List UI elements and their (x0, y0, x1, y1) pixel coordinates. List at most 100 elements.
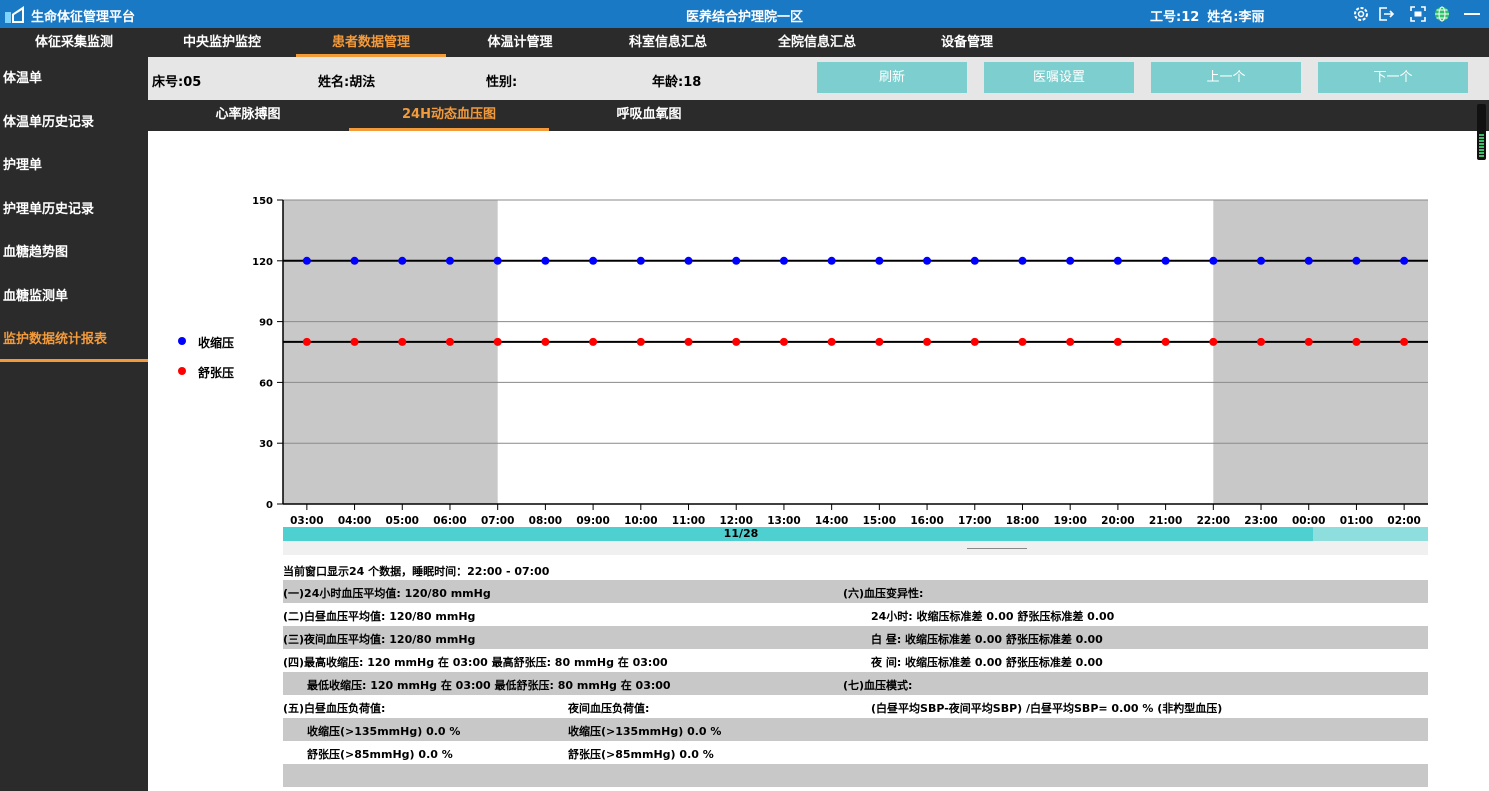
y-tick-label: 0 (266, 500, 273, 511)
systolic-point (684, 256, 693, 265)
systolic-point (1161, 256, 1170, 265)
x-tick-label: 21:00 (1149, 515, 1182, 527)
x-tick-label: 02:00 (1387, 515, 1420, 527)
stats-cell: (二)白昼血压平均值: 120/80 mmHg (283, 610, 476, 623)
x-tick-label: 07:00 (481, 515, 514, 527)
diastolic-point (1304, 337, 1313, 346)
y-tick-label: 120 (252, 257, 273, 268)
systolic-point (589, 256, 598, 265)
systolic-point (923, 256, 932, 265)
systolic-point (350, 256, 359, 265)
systolic-point (1257, 256, 1266, 265)
x-tick-label: 17:00 (958, 515, 991, 527)
diastolic-point (302, 337, 311, 346)
stats-cell: (四)最高收缩压: 120 mmHg 在 03:00 最高舒张压: 80 mmH… (283, 656, 668, 669)
x-tick-label: 19:00 (1053, 515, 1086, 527)
diastolic-point (1400, 337, 1409, 346)
x-tick-label: 13:00 (767, 515, 800, 527)
date-range-label: 11/28 (723, 527, 759, 540)
diastolic-point (1352, 337, 1361, 346)
stats-cell: (一)24小时血压平均值: 120/80 mmHg (283, 587, 491, 600)
date-range-bar[interactable]: 11/28 (283, 527, 1428, 541)
x-tick-label: 11:00 (672, 515, 705, 527)
y-tick-label: 90 (259, 318, 273, 329)
date-range-next-segment[interactable] (1313, 527, 1428, 541)
x-tick-label: 00:00 (1292, 515, 1325, 527)
stats-cell: (五)白昼血压负荷值: (283, 702, 386, 715)
stats-row: (二)白昼血压平均值: 120/80 mmHg 24小时: 收缩压标准差 0.00… (283, 603, 1428, 626)
stats-row: (三)夜间血压平均值: 120/80 mmHg 白 昼: 收缩压标准差 0.00 … (283, 626, 1428, 649)
horizontal-scrollbar-thumb[interactable] (967, 548, 1027, 549)
stats-row: (四)最高收缩压: 120 mmHg 在 03:00 最高舒张压: 80 mmH… (283, 649, 1428, 672)
diastolic-point (1209, 337, 1218, 346)
systolic-point (636, 256, 645, 265)
stats-cell: 舒张压(>85mmHg) 0.0 % (568, 748, 714, 761)
systolic-point (1400, 256, 1409, 265)
diastolic-point (398, 337, 407, 346)
x-tick-label: 06:00 (433, 515, 466, 527)
systolic-point (541, 256, 550, 265)
stats-cell: 白 昼: 收缩压标准差 0.00 舒张压标准差 0.00 (871, 633, 1103, 646)
x-tick-label: 03:00 (290, 515, 323, 527)
horizontal-scrollbar[interactable] (283, 541, 1428, 555)
stats-cell: (白昼平均SBP-夜间平均SBP) /白昼平均SBP= 0.00 % (非杓型血… (871, 702, 1223, 715)
systolic-point (398, 256, 407, 265)
systolic-point (1352, 256, 1361, 265)
stats-cell: 夜 间: 收缩压标准差 0.00 舒张压标准差 0.00 (871, 656, 1103, 669)
systolic-point (1304, 256, 1313, 265)
stats-cell: (七)血压模式: (843, 679, 913, 692)
diastolic-point (636, 337, 645, 346)
diastolic-point (1018, 337, 1027, 346)
systolic-point (827, 256, 836, 265)
diastolic-point (541, 337, 550, 346)
x-tick-label: 23:00 (1244, 515, 1277, 527)
diastolic-point (1113, 337, 1122, 346)
stats-cell: 夜间血压负荷值: (568, 702, 650, 715)
diastolic-point (1066, 337, 1075, 346)
diastolic-point (827, 337, 836, 346)
sleep-period-shade (1213, 200, 1428, 504)
stats-caption: 当前窗口显示24 个数据，睡眠时间：22:00 - 07:00 (283, 565, 550, 578)
diastolic-point (875, 337, 884, 346)
systolic-point (1018, 256, 1027, 265)
diastolic-point (779, 337, 788, 346)
stats-row: (五)白昼血压负荷值: 夜间血压负荷值: (白昼平均SBP-夜间平均SBP) /白昼… (283, 695, 1428, 718)
diastolic-point (493, 337, 502, 346)
x-tick-label: 18:00 (1006, 515, 1039, 527)
x-tick-label: 16:00 (910, 515, 943, 527)
x-tick-label: 09:00 (576, 515, 609, 527)
stats-row: (一)24小时血压平均值: 120/80 mmHg (六)血压变异性: (283, 580, 1428, 603)
stats-cell: 最低收缩压: 120 mmHg 在 03:00 最低舒张压: 80 mmHg 在… (307, 679, 671, 692)
x-tick-label: 12:00 (720, 515, 753, 527)
stats-row (283, 764, 1428, 787)
systolic-point (1066, 256, 1075, 265)
stats-row: 舒张压(>85mmHg) 0.0 % 舒张压(>85mmHg) 0.0 % (283, 741, 1428, 764)
sleep-period-shade (283, 200, 498, 504)
x-tick-label: 15:00 (863, 515, 896, 527)
stats-cell: (三)夜间血压平均值: 120/80 mmHg (283, 633, 476, 646)
diastolic-point (684, 337, 693, 346)
diastolic-point (732, 337, 741, 346)
x-tick-label: 14:00 (815, 515, 848, 527)
x-tick-label: 08:00 (529, 515, 562, 527)
diastolic-point (350, 337, 359, 346)
diastolic-point (923, 337, 932, 346)
y-tick-label: 150 (252, 196, 273, 207)
systolic-point (1113, 256, 1122, 265)
systolic-point (970, 256, 979, 265)
stats-cell: 收缩压(>135mmHg) 0.0 % (568, 725, 722, 738)
stats-cell: (六)血压变异性: (843, 587, 924, 600)
diastolic-point (589, 337, 598, 346)
systolic-point (732, 256, 741, 265)
x-tick-label: 05:00 (386, 515, 419, 527)
stats-row: 收缩压(>135mmHg) 0.0 % 收缩压(>135mmHg) 0.0 % (283, 718, 1428, 741)
stats-row: 最低收缩压: 120 mmHg 在 03:00 最低舒张压: 80 mmHg 在… (283, 672, 1428, 695)
systolic-point (493, 256, 502, 265)
systolic-point (875, 256, 884, 265)
diastolic-point (1161, 337, 1170, 346)
x-tick-label: 22:00 (1197, 515, 1230, 527)
x-tick-label: 04:00 (338, 515, 371, 527)
diastolic-point (445, 337, 454, 346)
stats-cell: 24小时: 收缩压标准差 0.00 舒张压标准差 0.00 (871, 610, 1115, 623)
systolic-point (302, 256, 311, 265)
